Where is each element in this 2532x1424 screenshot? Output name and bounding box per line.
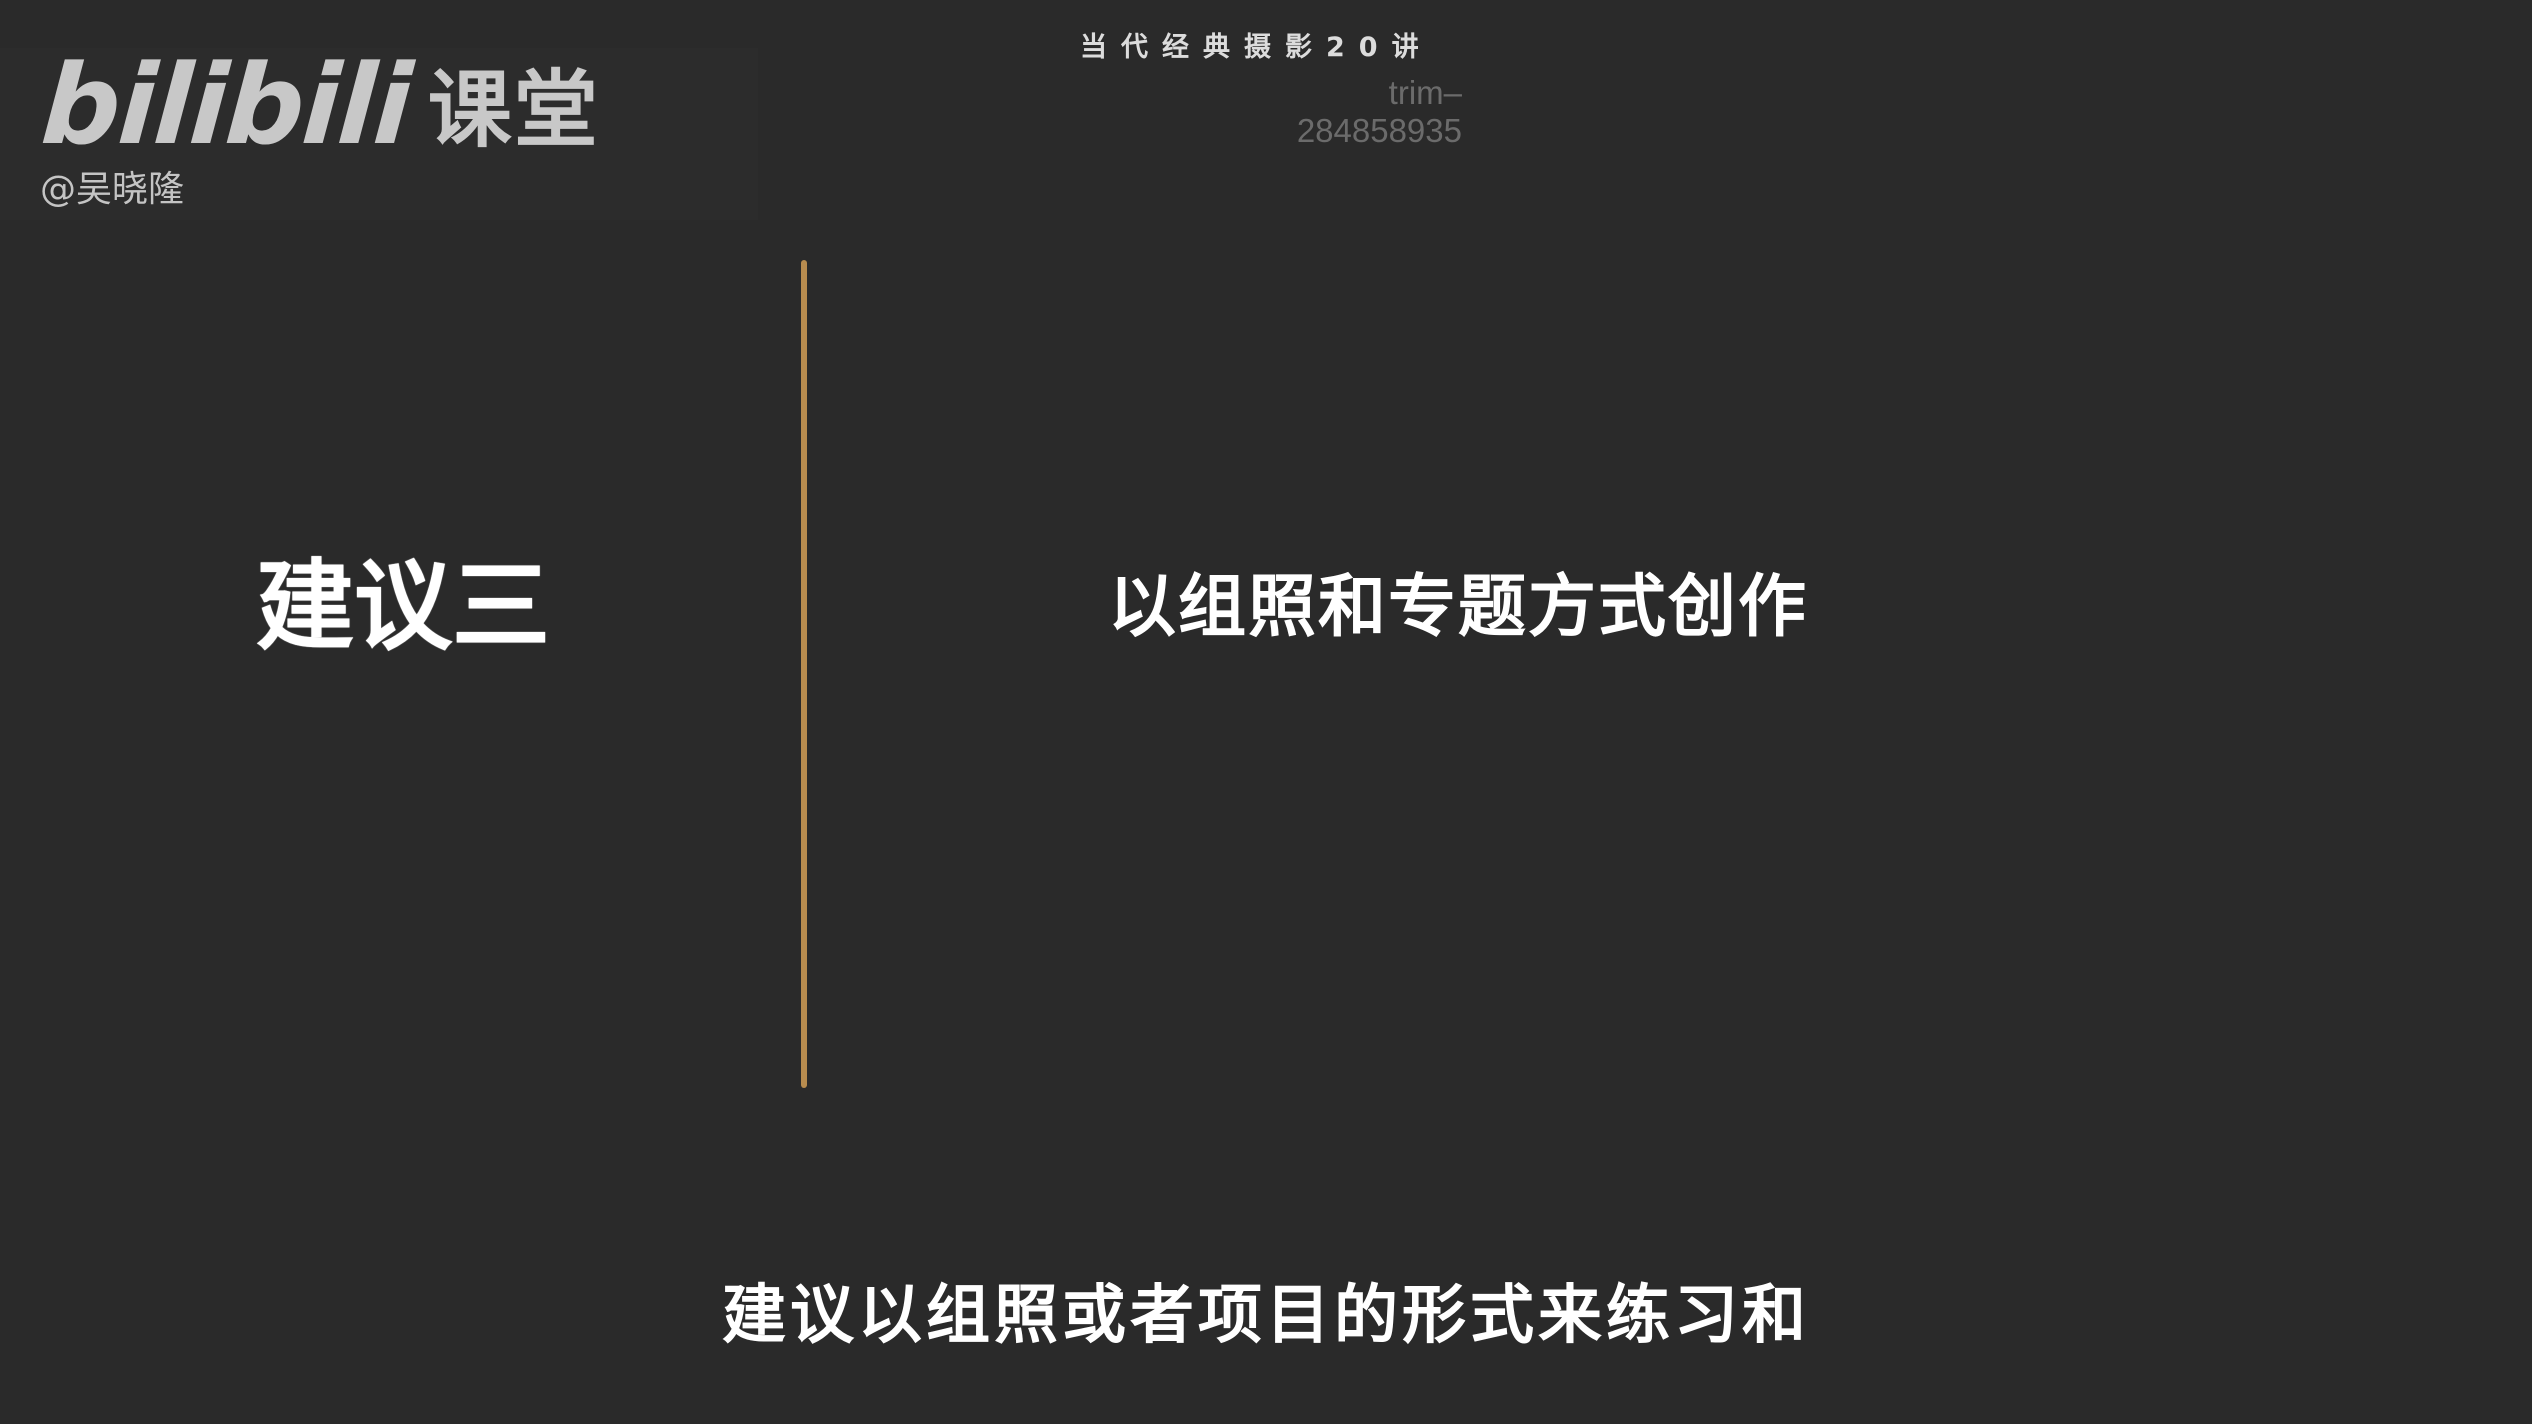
trim-id-line-2: 284858935 [1296,112,1462,149]
section-description: 以组照和专题方式创作 [1108,568,1809,647]
video-subtitle: 建议以组照或者项目的形式来练习和 [722,1279,1810,1353]
section-label: 建议三 [256,550,551,664]
video-frame: bilibili 课堂 @吴晓隆 当代经典摄影20讲 trim– 2848589… [0,0,2532,1424]
series-title: 当代经典摄影20讲 [1080,32,1433,63]
bilibili-ketang-logo: bilibili 课堂 [38,41,600,169]
logo-bilibili-text: bilibili [37,41,415,169]
trim-id-watermark: trim– 284858935 [1200,74,1462,150]
author-handle: @吴晓隆 [40,169,185,210]
logo-ketang-text: 课堂 [427,61,600,159]
trim-id-line-1: trim– [1388,74,1462,111]
vertical-divider [801,260,807,1088]
